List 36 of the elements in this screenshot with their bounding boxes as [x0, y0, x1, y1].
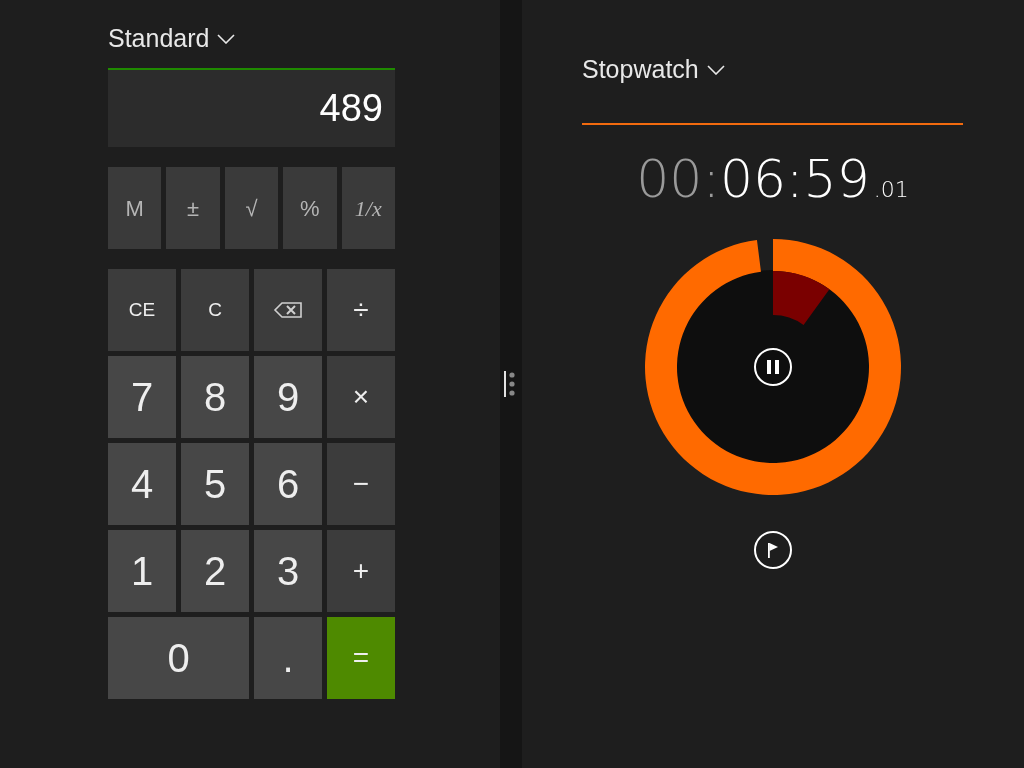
function-key[interactable]: 1/x — [341, 167, 395, 249]
digit-key[interactable]: 7 — [108, 356, 176, 438]
operator-key[interactable]: ÷ — [327, 269, 395, 351]
chevron-down-icon — [217, 34, 236, 44]
digit-key[interactable]: 6 — [254, 443, 322, 525]
digit-key[interactable]: . — [254, 617, 322, 699]
digit-key[interactable]: 8 — [181, 356, 249, 438]
backspace-button[interactable] — [254, 269, 322, 351]
function-key[interactable]: √ — [224, 167, 279, 249]
operator-key[interactable]: × — [327, 356, 395, 438]
calculator-key[interactable]: CE — [108, 269, 176, 351]
display-value: 489 — [319, 86, 383, 131]
digit-key[interactable]: 0 — [108, 617, 249, 699]
mode-selector[interactable]: Stopwatch — [582, 53, 725, 87]
digit-key[interactable]: 9 — [254, 356, 322, 438]
function-key[interactable]: M — [108, 167, 162, 249]
function-key[interactable]: ± — [166, 167, 220, 249]
digit-key[interactable]: 2 — [181, 530, 249, 612]
pause-button[interactable] — [753, 348, 792, 386]
equals-key[interactable]: = — [327, 617, 395, 699]
backspace-icon — [273, 302, 303, 318]
pause-icon — [766, 360, 779, 374]
digit-key[interactable]: 3 — [254, 530, 322, 612]
mode-selector[interactable]: Standard — [108, 22, 236, 56]
split-handle-icon[interactable] — [504, 370, 516, 398]
lap-button[interactable] — [753, 531, 792, 569]
operator-key[interactable]: + — [327, 530, 395, 612]
digit-key[interactable]: 4 — [108, 443, 176, 525]
operator-key[interactable]: − — [327, 443, 395, 525]
digit-key[interactable]: 1 — [108, 530, 176, 612]
digit-key[interactable]: 5 — [181, 443, 249, 525]
calculator-key[interactable]: C — [181, 269, 249, 351]
elapsed-time: 00:06:59.01 — [635, 153, 910, 205]
chevron-down-icon — [706, 65, 725, 75]
flag-icon — [766, 542, 779, 558]
function-key[interactable]: % — [283, 167, 337, 249]
